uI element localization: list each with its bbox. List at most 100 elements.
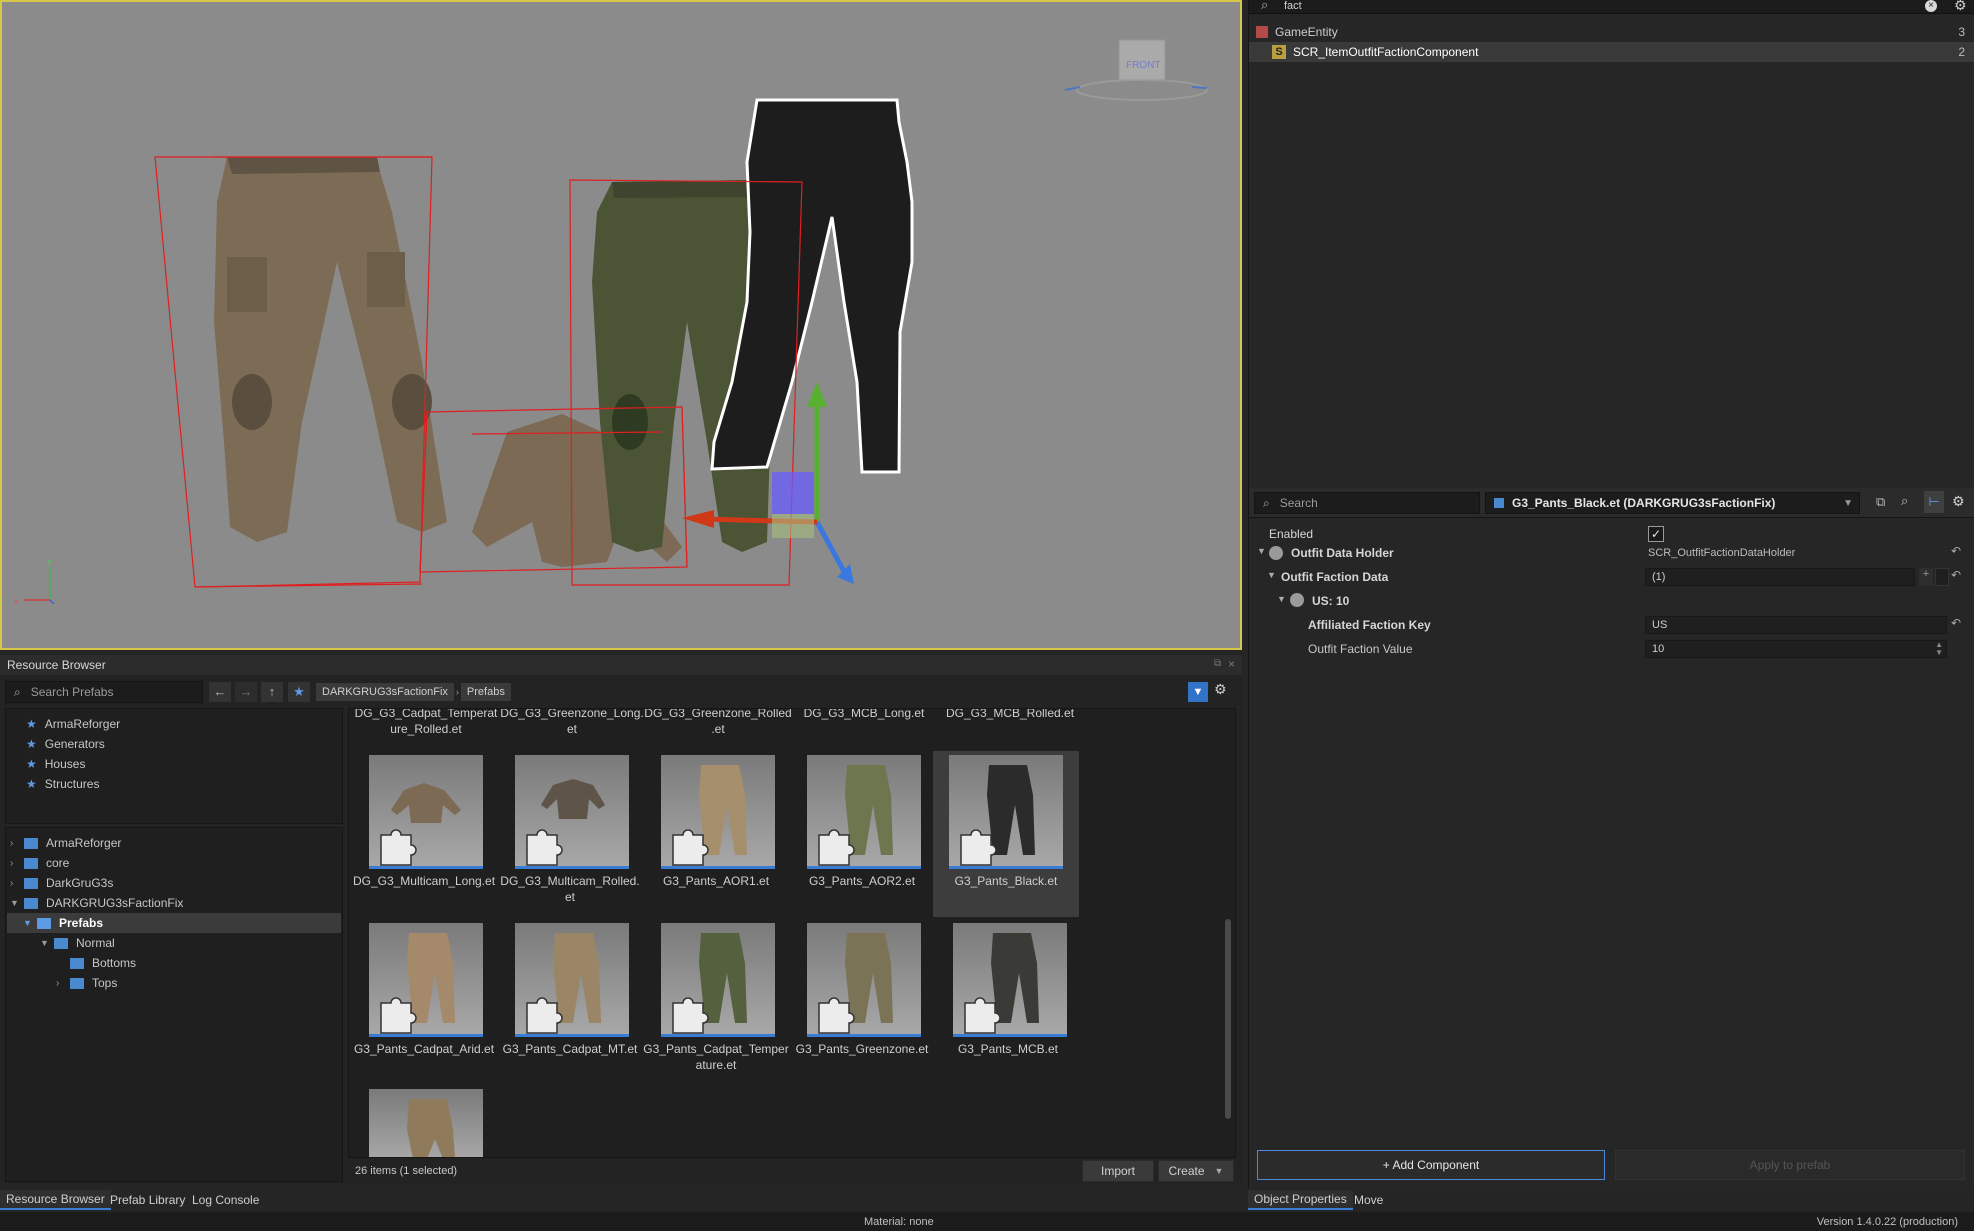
expand-arrow-icon[interactable]: ▼ <box>1267 570 1276 580</box>
favorite-item[interactable]: ★ Structures <box>26 774 99 794</box>
undock-icon[interactable]: ⧉ <box>1214 658 1221 669</box>
create-button[interactable]: Create ▼ <box>1158 1160 1234 1182</box>
clear-search-icon[interactable]: × <box>1925 0 1937 12</box>
asset-tile[interactable]: G3_Pants_AOR2.et <box>787 755 927 915</box>
apply-to-prefab-button[interactable]: Apply to prefab <box>1615 1150 1965 1180</box>
back-arrow-icon[interactable]: ← <box>209 682 231 702</box>
reset-icon[interactable]: ↶ <box>1951 616 1961 630</box>
folder-icon <box>54 937 68 949</box>
tree-item-prefabs[interactable]: ▼ Prefabs <box>7 913 341 933</box>
add-array-item-icon[interactable]: + <box>1919 568 1933 586</box>
search-icon[interactable]: ⌕ <box>1901 493 1908 509</box>
asset-thumbnail <box>661 755 775 869</box>
asset-tile[interactable]: DG_G3_Multicam_Long.et <box>349 755 495 915</box>
asset-tile[interactable]: DG_G3_Multicam_Rolled. et <box>495 755 640 915</box>
hierarchy-view-icon[interactable]: ⊢ <box>1924 491 1944 513</box>
expand-arrow-icon[interactable]: ▼ <box>1277 594 1286 604</box>
open-external-icon[interactable]: ⧉ <box>1876 494 1885 510</box>
add-component-label: + Add Component <box>1382 1158 1480 1172</box>
add-component-button[interactable]: + Add Component <box>1257 1150 1605 1180</box>
properties-search-input[interactable]: ⌕ Search <box>1254 492 1480 514</box>
breadcrumb-item[interactable]: Prefabs <box>460 683 511 701</box>
folder-tree: › ArmaReforger › core › DarkGruG3s ▼ DARKGRU… <box>5 827 343 1182</box>
asset-label[interactable]: DG_G3_MCB_Long.et <box>789 709 939 721</box>
prefab-puzzle-icon <box>818 829 855 866</box>
favorite-item[interactable]: ★ Houses <box>26 754 85 774</box>
asset-label: G3_Pants_Greenzone.et <box>795 1042 929 1056</box>
close-icon[interactable]: × <box>1228 657 1235 671</box>
search-prefabs-input[interactable]: ⌕ Search Prefabs <box>5 681 203 703</box>
3d-viewport[interactable]: x y FRONT <box>0 0 1242 650</box>
tab-object-properties[interactable]: Object Properties <box>1248 1190 1353 1210</box>
tab-log-console[interactable]: Log Console <box>186 1190 265 1210</box>
favorite-item[interactable]: ★ ArmaReforger <box>26 714 120 734</box>
import-button[interactable]: Import <box>1082 1160 1154 1182</box>
hierarchy-search-value[interactable]: fact <box>1284 0 1302 12</box>
tree-item-darkgrug3s[interactable]: › DarkGruG3s <box>10 873 113 893</box>
tab-move[interactable]: Move <box>1348 1190 1389 1210</box>
forward-arrow-icon[interactable]: → <box>235 682 257 702</box>
resource-browser-panel: Resource Browser ⧉ × ⌕ Search Prefabs ← … <box>0 655 1242 1185</box>
gear-icon[interactable]: ⚙ <box>1214 681 1227 698</box>
hierarchy-row-gameentity[interactable]: GameEntity 3 <box>1249 22 1974 42</box>
asset-tile-selected[interactable]: G3_Pants_Black.et <box>933 751 1079 917</box>
star-icon: ★ <box>26 737 37 751</box>
reset-icon[interactable]: ↶ <box>1951 568 1961 582</box>
gear-icon[interactable]: ⚙ <box>1952 493 1965 510</box>
filter-icon[interactable]: ▼ <box>1188 682 1208 702</box>
outfit-faction-value-input[interactable]: 10 ▲ ▼ <box>1645 640 1947 658</box>
asset-label[interactable]: DG_G3_Greenzone_Long. et <box>497 709 647 737</box>
outfit-faction-data-array[interactable]: (1) <box>1645 568 1915 586</box>
array-options-button[interactable] <box>1935 568 1949 586</box>
entity-selector-label: G3_Pants_Black.et (DARKGRUG3sFactionFix) <box>1512 496 1776 510</box>
tree-item-core[interactable]: › core <box>10 853 69 873</box>
asset-label: G3_Pants_AOR2.et <box>808 874 916 888</box>
entity-selector[interactable]: G3_Pants_Black.et (DARKGRUG3sFactionFix)… <box>1485 492 1860 514</box>
search-icon: ⌕ <box>1261 0 1269 12</box>
affiliated-faction-key-input[interactable]: US <box>1645 616 1947 634</box>
hierarchy-row-label: GameEntity <box>1275 25 1338 39</box>
asset-tile[interactable]: G3_Pants_Cadpat_Temper ature.et <box>641 923 789 1083</box>
asset-label[interactable]: DG_G3_Greenzone_Rolled .et <box>643 709 793 737</box>
asset-tile[interactable] <box>349 1089 489 1157</box>
gear-icon[interactable]: ⚙ <box>1954 0 1967 14</box>
tree-item-armareforger[interactable]: › ArmaReforger <box>10 833 121 853</box>
favorite-star-icon[interactable]: ★ <box>288 682 310 702</box>
asset-tile[interactable]: G3_Pants_Cadpat_Arid.et <box>349 923 494 1083</box>
search-icon: ⌕ <box>1263 495 1270 510</box>
tab-label: Log Console <box>192 1193 260 1207</box>
component-dot-icon <box>1269 546 1283 560</box>
asset-label: G3_Pants_AOR1.et <box>662 874 770 888</box>
asset-label: G3_Pants_Cadpat_MT.et <box>502 1042 638 1056</box>
folder-icon <box>24 877 38 889</box>
asset-label[interactable]: DG_G3_MCB_Rolled.et <box>935 709 1085 721</box>
tab-resource-browser[interactable]: Resource Browser <box>0 1190 111 1210</box>
hierarchy-row-component[interactable]: S SCR_ItemOutfitFactionComponent 2 <box>1249 42 1974 62</box>
hierarchy-search[interactable]: ⌕ fact × ⚙ <box>1249 0 1974 14</box>
tree-item-tops[interactable]: › Tops <box>56 973 117 993</box>
hierarchy-panel: ⌕ fact × ⚙ GameEntity 3 S SCR_ItemOutfit… <box>1248 0 1974 488</box>
asset-tile[interactable]: G3_Pants_MCB.et <box>933 923 1073 1083</box>
asset-label: DG_G3_Multicam_Long.et <box>352 874 496 888</box>
expand-arrow-icon[interactable]: ▼ <box>1257 546 1266 556</box>
breadcrumb: DARKGRUG3sFactionFix › Prefabs <box>316 682 511 702</box>
asset-tile[interactable]: G3_Pants_Greenzone.et <box>787 923 928 1083</box>
tree-label: Normal <box>76 936 115 950</box>
grid-scrollbar[interactable] <box>1225 919 1231 1119</box>
tree-item-factionfix[interactable]: ▼ DARKGRUG3sFactionFix <box>10 893 183 913</box>
tree-item-bottoms[interactable]: Bottoms <box>70 953 136 973</box>
stepper-icon[interactable]: ▲ ▼ <box>1935 641 1943 657</box>
outfit-data-holder-value: SCR_OutfitFactionDataHolder <box>1648 547 1796 559</box>
asset-tile[interactable]: G3_Pants_Cadpat_MT.et <box>495 923 637 1083</box>
asset-label[interactable]: DG_G3_Cadpat_Temperat ure_Rolled.et <box>351 709 501 737</box>
enabled-checkbox[interactable]: ✓ <box>1648 526 1664 542</box>
tab-prefab-library[interactable]: Prefab Library <box>104 1190 191 1210</box>
reset-icon[interactable]: ↶ <box>1951 544 1961 558</box>
breadcrumb-item[interactable]: DARKGRUG3sFactionFix <box>316 683 454 701</box>
asset-tile[interactable]: G3_Pants_AOR1.et <box>641 755 781 915</box>
enabled-label: Enabled <box>1269 527 1314 541</box>
up-arrow-icon[interactable]: ↑ <box>261 682 283 702</box>
favorite-item[interactable]: ★ Generators <box>26 734 105 754</box>
outfit-faction-data-label: Outfit Faction Data <box>1281 570 1389 584</box>
tree-item-normal[interactable]: ▼ Normal <box>40 933 115 953</box>
